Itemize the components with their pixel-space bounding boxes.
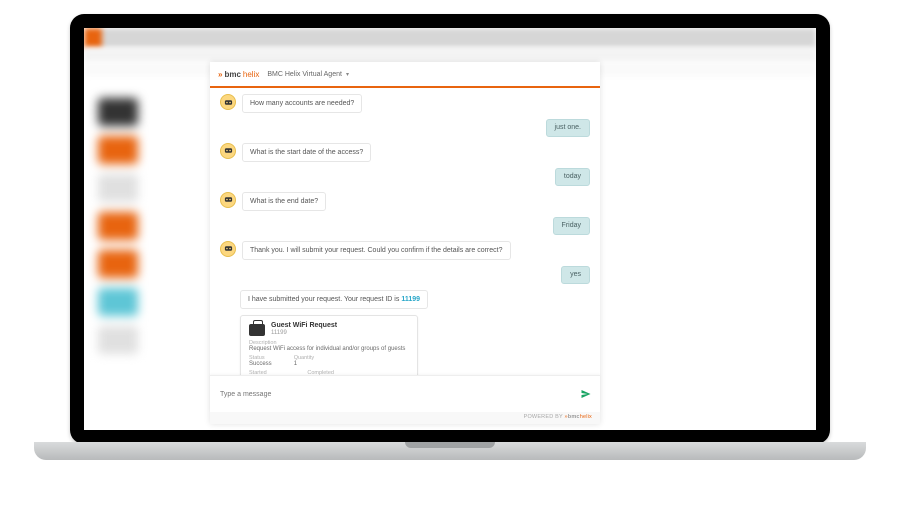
request-card[interactable]: Guest WiFi Request 11199 Description Req… bbox=[240, 315, 418, 375]
chat-title[interactable]: BMC Helix Virtual Agent bbox=[267, 71, 342, 78]
message-input[interactable] bbox=[218, 390, 580, 399]
message-bot: What is the end date? bbox=[220, 192, 590, 211]
request-id-link[interactable]: 11199 bbox=[401, 296, 420, 303]
card-desc-value: Request WiFi access for individual and/o… bbox=[249, 346, 409, 352]
brand-name-bmc: bmc bbox=[224, 70, 240, 79]
message-text: Friday bbox=[553, 217, 590, 234]
send-icon bbox=[580, 388, 592, 400]
message-bot: Thank you. I will submit your request. C… bbox=[220, 241, 590, 260]
message-bot: What is the start date of the access? bbox=[220, 143, 590, 162]
message-text: I have submitted your request. Your requ… bbox=[240, 290, 428, 309]
message-user: yes bbox=[220, 266, 590, 283]
card-title: Guest WiFi Request bbox=[271, 322, 337, 330]
bot-avatar-icon bbox=[220, 143, 236, 159]
submit-confirm-text: I have submitted your request. Your requ… bbox=[248, 296, 401, 303]
message-text: yes bbox=[561, 266, 590, 283]
message-user: Friday bbox=[220, 217, 590, 234]
bot-avatar-icon bbox=[220, 241, 236, 257]
message-text: Thank you. I will submit your request. C… bbox=[242, 241, 511, 260]
bot-avatar-icon bbox=[220, 94, 236, 110]
message-text: today bbox=[555, 168, 590, 185]
brand-logo: » bmc helix bbox=[218, 70, 259, 79]
message-text: What is the end date? bbox=[242, 192, 326, 211]
chat-transcript: How many accounts are needed? just one. … bbox=[210, 88, 600, 375]
send-button[interactable] bbox=[580, 388, 592, 400]
chat-header: » bmc helix BMC Helix Virtual Agent ▾ bbox=[210, 62, 600, 88]
card-id: 11199 bbox=[271, 330, 337, 336]
laptop-screen: » bmc helix BMC Helix Virtual Agent ▾ Ho… bbox=[84, 28, 816, 430]
message-text: What is the start date of the access? bbox=[242, 143, 371, 162]
chat-footer: POWERED BY »bmchelix bbox=[210, 412, 600, 424]
brand-name-helix: helix bbox=[243, 70, 259, 79]
message-bot: How many accounts are needed? bbox=[220, 94, 590, 113]
message-text: How many accounts are needed? bbox=[242, 94, 362, 113]
chat-input-bar bbox=[210, 375, 600, 412]
laptop-base bbox=[34, 442, 866, 460]
message-user: just one. bbox=[220, 119, 590, 136]
footer-brand-bmc: bmc bbox=[568, 414, 580, 420]
chevron-down-icon[interactable]: ▾ bbox=[346, 71, 349, 78]
chat-widget: » bmc helix BMC Helix Virtual Agent ▾ Ho… bbox=[210, 62, 600, 424]
footer-brand-helix: helix bbox=[580, 414, 592, 420]
card-qty-label: Quantity bbox=[294, 355, 314, 361]
message-user: today bbox=[220, 168, 590, 185]
message-bot: I have submitted your request. Your requ… bbox=[220, 290, 590, 309]
message-text: just one. bbox=[546, 119, 590, 136]
laptop-screen-bezel: » bmc helix BMC Helix Virtual Agent ▾ Ho… bbox=[70, 14, 830, 444]
briefcase-icon bbox=[249, 324, 265, 336]
laptop-mockup: » bmc helix BMC Helix Virtual Agent ▾ Ho… bbox=[70, 14, 830, 474]
powered-by-label: POWERED BY bbox=[524, 414, 563, 420]
bot-avatar-icon bbox=[220, 192, 236, 208]
brand-logo-icon: » bbox=[218, 70, 222, 79]
request-card-row: Guest WiFi Request 11199 Description Req… bbox=[220, 315, 590, 375]
